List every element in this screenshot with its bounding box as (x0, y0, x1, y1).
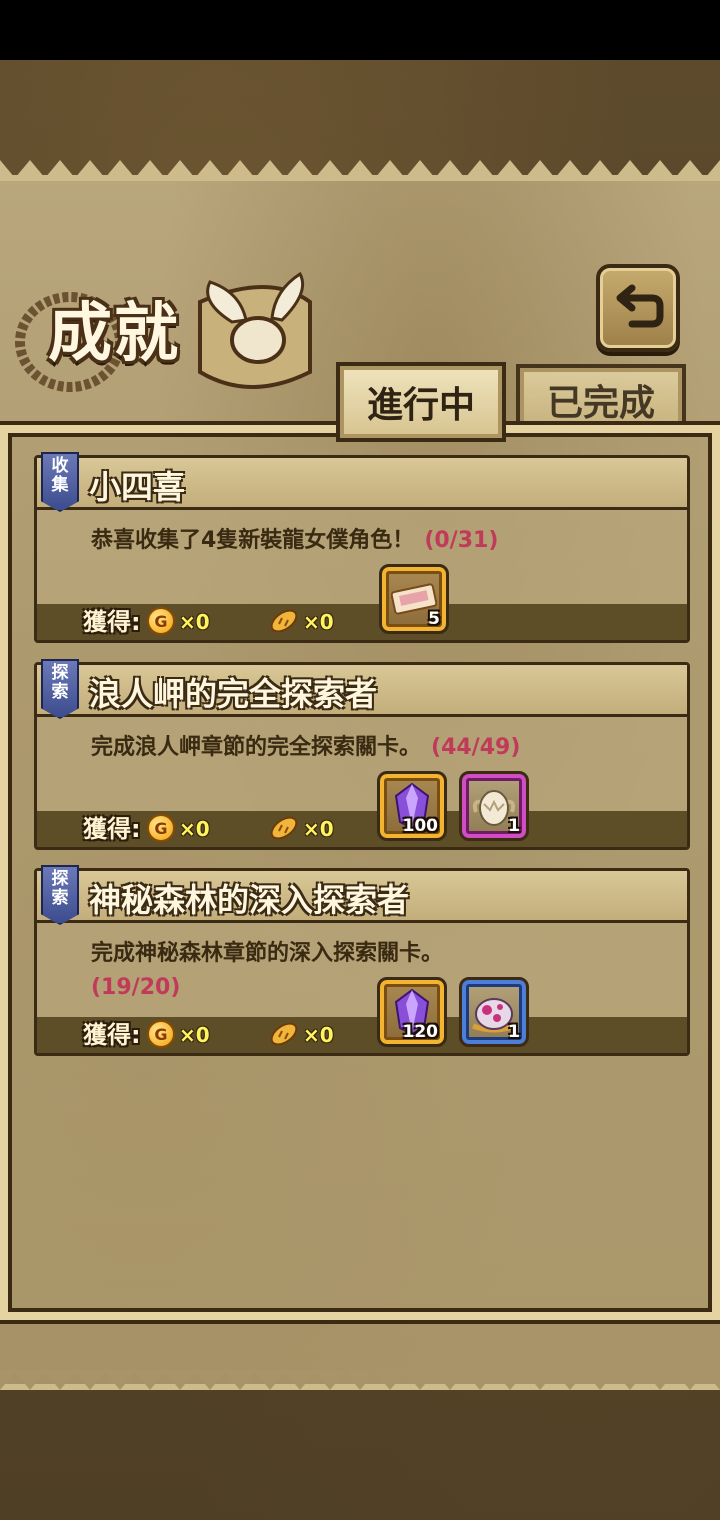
category-ribbon: 探 索 (41, 865, 79, 925)
reward-qty: 1 (508, 1022, 520, 1042)
reward-item[interactable]: 5 (379, 564, 449, 634)
category-char: 探 (51, 869, 69, 889)
progress-count: (44/49) (431, 735, 521, 760)
gold-amount: ×0 (179, 1023, 210, 1047)
gold-amount: ×0 (179, 610, 210, 634)
achievement-card: 探 索 浪人岬的完全探索者 完成浪人岬章節的完全探索關卡。 (44/49) 獲得:… (34, 659, 690, 850)
return-arrow-icon (616, 284, 664, 328)
torn-edge-bottom (0, 1370, 720, 1390)
gold-coin-icon: G (147, 814, 175, 842)
reward-item[interactable]: 100 (377, 771, 447, 841)
achievement-description: 完成神秘森林章節的深入探索關卡。 (19/20) (91, 937, 611, 1005)
gold-amount: ×0 (179, 817, 210, 841)
gold-coin-icon: G (147, 1020, 175, 1048)
achievement-description: 恭喜收集了4隻新裝龍女僕角色！ (0/31) (91, 524, 611, 558)
status-bar (0, 0, 720, 60)
bread-amount: ×0 (303, 817, 334, 841)
reward-bar: 獲得: G ×0 ×0 (37, 604, 687, 640)
bread-icon (270, 1022, 298, 1046)
reward-bar: 獲得: G ×0 ×0 (37, 811, 687, 847)
achievement-description: 完成浪人岬章節的完全探索關卡。 (44/49) (91, 731, 611, 765)
reward-label: 獲得: (83, 1021, 141, 1049)
achievement-card: 探 索 神秘森林的深入探索者 完成神秘森林章節的深入探索關卡。 (19/20) 獲… (34, 865, 690, 1056)
reward-bar: 獲得: G ×0 ×0 (37, 1017, 687, 1053)
reward-item[interactable]: 120 (377, 977, 447, 1047)
achievement-title: 浪人岬的完全探索者 (89, 675, 378, 713)
achievement-title: 神秘森林的深入探索者 (89, 881, 410, 919)
reward-item[interactable]: 1 (459, 977, 529, 1047)
gold-coin-icon: G (147, 607, 175, 635)
category-char: 索 (51, 682, 69, 702)
description-text: 完成浪人岬章節的完全探索關卡。 (91, 735, 422, 760)
bread-amount: ×0 (303, 610, 334, 634)
reward-qty: 1 (508, 816, 520, 836)
back-button[interactable] (596, 264, 680, 352)
category-char: 收 (51, 456, 69, 476)
tab-in-progress[interactable]: 進行中 (336, 362, 506, 442)
reward-qty: 100 (402, 816, 439, 836)
bread-icon (270, 816, 298, 840)
achievement-title: 小四喜 (89, 468, 186, 506)
reward-label: 獲得: (83, 608, 141, 636)
page-title: 成就 (48, 296, 180, 371)
description-text: 完成神秘森林章節的深入探索關卡。 (91, 941, 444, 966)
category-char: 集 (51, 475, 69, 495)
progress-count: (19/20) (91, 975, 181, 1000)
bread-amount: ×0 (303, 1023, 334, 1047)
reward-label: 獲得: (83, 815, 141, 843)
category-ribbon: 收 集 (41, 452, 79, 512)
progress-count: (0/31) (424, 528, 499, 553)
category-char: 索 (51, 888, 69, 908)
description-text: 恭喜收集了4隻新裝龍女僕角色！ (91, 528, 415, 553)
bread-icon (270, 609, 298, 633)
achievement-card: 收 集 小四喜 恭喜收集了4隻新裝龍女僕角色！ (0/31) 獲得: G ×0 ×… (34, 452, 690, 643)
reward-qty: 5 (428, 609, 440, 629)
reward-item[interactable]: 1 (459, 771, 529, 841)
category-char: 探 (51, 663, 69, 683)
reward-qty: 120 (402, 1022, 439, 1042)
category-ribbon: 探 索 (41, 659, 79, 719)
